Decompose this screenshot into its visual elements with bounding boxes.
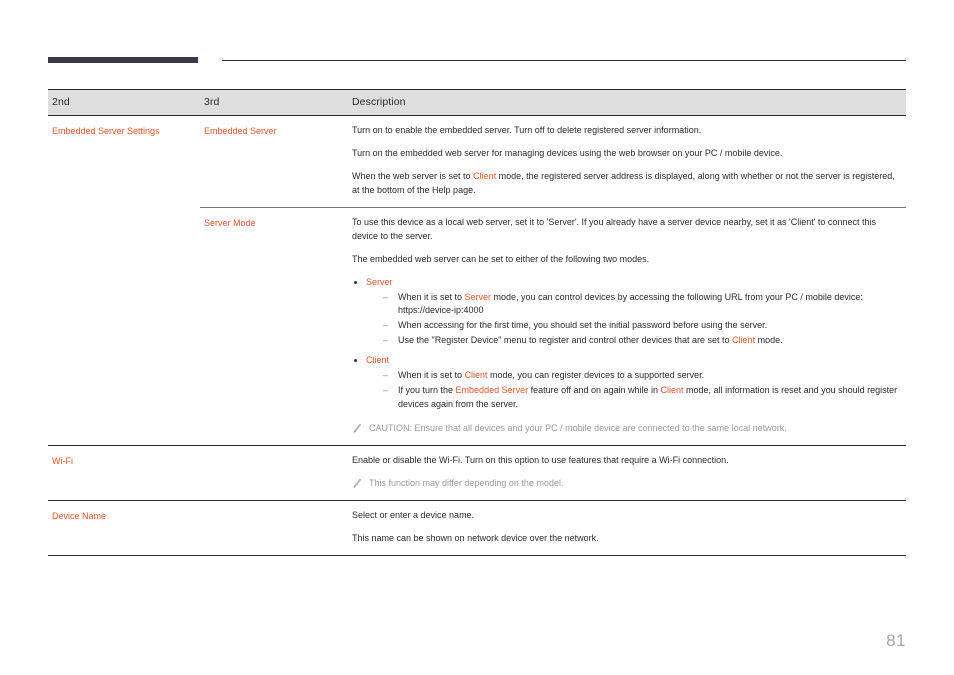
dash-icon: –: [383, 320, 389, 331]
text-segment: When it is set to: [398, 291, 465, 302]
cell-device-name-description: Select or enter a device name. This name…: [348, 499, 906, 556]
bullet-dot-icon: [354, 359, 357, 363]
model-note: This function may differ depending on th…: [352, 477, 902, 491]
cell-device-name: Device Name: [48, 499, 200, 556]
list-item-label: Server: [366, 276, 393, 287]
cell-wifi-3rd: [200, 444, 348, 501]
cell-device-name-3rd: [200, 499, 348, 556]
column-header-2nd: 2nd: [48, 89, 200, 116]
text-segment: mode, you can register devices to a supp…: [487, 370, 705, 381]
page-header-rules: [48, 57, 906, 67]
cell-embedded-server-settings: Embedded Server Settings: [48, 115, 200, 445]
dash-icon: –: [383, 370, 389, 381]
highlight-term: Client: [660, 385, 684, 396]
list-item-server: Server – When it is set to Server mode, y…: [352, 276, 902, 349]
paragraph: Turn on the embedded web server for mana…: [352, 147, 783, 158]
paragraph: This name can be shown on network device…: [352, 532, 599, 543]
pencil-icon: [353, 479, 362, 489]
table-row: Embedded Server Settings Embedded Server…: [48, 115, 906, 445]
pencil-icon: [353, 423, 362, 433]
dash-icon: –: [383, 335, 389, 346]
paragraph: Enable or disable the Wi-Fi. Turn on thi…: [352, 454, 729, 465]
paragraph: Turn on to enable the embedded server. T…: [352, 125, 702, 135]
list-item: – When it is set to Server mode, you can …: [383, 291, 902, 319]
cell-embedded-server-description: Turn on to enable the embedded server. T…: [348, 115, 906, 208]
mode-list: Server – When it is set to Server mode, y…: [352, 276, 902, 412]
text-segment: When the web server is set to: [352, 170, 474, 181]
sub-list: – When it is set to Client mode, you can …: [366, 369, 902, 412]
bullet-dot-icon: [354, 280, 357, 284]
column-header-3rd: 3rd: [200, 89, 348, 116]
cell-server-mode-description: To use this device as a local web server…: [348, 206, 906, 445]
table-header-row: 2nd 3rd Description: [48, 89, 906, 116]
table-row: Wi-Fi Enable or disable the Wi-Fi. Turn …: [48, 444, 906, 501]
list-item: – Use the "Register Device" menu to regis…: [383, 334, 902, 348]
text-segment: feature off and on again while in: [528, 385, 661, 396]
cell-wifi-description: Enable or disable the Wi-Fi. Turn on thi…: [348, 444, 906, 501]
list-item: – When it is set to Client mode, you can …: [383, 369, 902, 383]
column-header-description: Description: [348, 89, 906, 116]
paragraph: The embedded web server can be set to ei…: [352, 253, 650, 264]
list-item: – If you turn the Embedded Server feature…: [383, 384, 902, 412]
cell-server-mode: Server Mode: [200, 206, 348, 445]
header-accent-bar: [48, 57, 198, 63]
caution-note: CAUTION: Ensure that all devices and you…: [352, 422, 902, 436]
note-text: CAUTION: Ensure that all devices and you…: [369, 423, 787, 433]
list-item-label: Client: [366, 355, 390, 366]
highlight-term: Client: [473, 170, 497, 181]
dash-icon: –: [383, 291, 389, 302]
highlight-term: Server: [464, 291, 492, 302]
settings-table: 2nd 3rd Description Embedded Server Sett…: [48, 89, 906, 556]
text-segment: Use the "Register Device" menu to regist…: [398, 335, 733, 346]
header-thin-rule: [222, 60, 906, 61]
table-row: Device Name Select or enter a device nam…: [48, 499, 906, 556]
text-segment: When it is set to: [398, 370, 465, 381]
page-number: 81: [886, 631, 906, 650]
highlight-term: Embedded Server: [455, 385, 529, 396]
list-item: – When accessing for the first time, you …: [383, 319, 902, 333]
sub-list: – When it is set to Server mode, you can …: [366, 291, 902, 349]
cell-wifi: Wi-Fi: [48, 444, 200, 501]
text-segment: When accessing for the first time, you s…: [398, 320, 768, 331]
paragraph: Select or enter a device name.: [352, 509, 475, 520]
highlight-term: Client: [464, 370, 488, 381]
dash-icon: –: [383, 385, 389, 396]
paragraph: To use this device as a local web server…: [352, 216, 876, 241]
list-item-client: Client – When it is set to Client mode, y…: [352, 354, 902, 412]
note-text: This function may differ depending on th…: [369, 478, 564, 489]
highlight-term: Client: [732, 335, 756, 346]
text-segment: If you turn the: [398, 385, 456, 396]
paragraph: When the web server is set to Client mod…: [352, 170, 902, 198]
text-segment: mode.: [755, 335, 783, 346]
cell-embedded-server: Embedded Server: [200, 115, 348, 208]
